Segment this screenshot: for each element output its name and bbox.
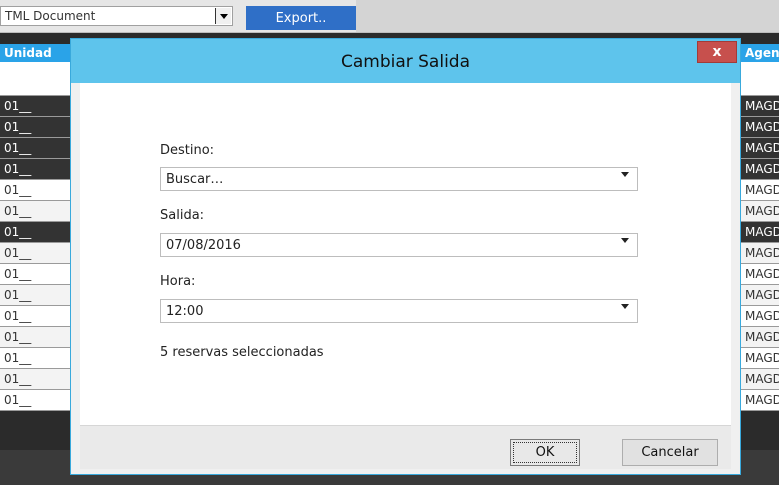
ok-button[interactable]: OK [510, 439, 580, 466]
table-row[interactable]: 01__ [0, 348, 70, 369]
salida-date-select[interactable]: 07/08/2016 [160, 233, 638, 257]
table-row[interactable]: 01__ [0, 222, 70, 243]
table-row[interactable]: 01__ [0, 243, 70, 264]
hora-select[interactable]: 12:00 [160, 299, 638, 323]
export-button[interactable]: Export.. [246, 6, 356, 30]
column-header-agencia[interactable]: Agenc [741, 44, 779, 64]
destino-value: Buscar… [166, 172, 224, 187]
destino-select[interactable]: Buscar… [160, 167, 638, 191]
table-row[interactable]: 01__ [0, 201, 70, 222]
table-row[interactable]: MAGD [741, 180, 779, 201]
hora-value: 12:00 [166, 304, 204, 319]
table-row[interactable]: MAGD [741, 201, 779, 222]
table-row[interactable]: MAGD [741, 159, 779, 180]
format-select[interactable]: TML Document [0, 6, 233, 26]
close-button[interactable]: x [697, 41, 737, 63]
table-row[interactable]: 01__ [0, 306, 70, 327]
table-row[interactable]: MAGD [741, 348, 779, 369]
dialog-titlebar: Cambiar Salida x [71, 39, 740, 83]
table-row[interactable]: 01__ [0, 180, 70, 201]
table-row[interactable]: MAGD [741, 390, 779, 411]
table-row[interactable]: MAGD [741, 285, 779, 306]
toolbar: TML Document Export.. [0, 0, 779, 33]
filter-row[interactable] [0, 64, 70, 96]
table-row[interactable]: MAGD [741, 117, 779, 138]
table-row[interactable]: MAGD [741, 264, 779, 285]
table-row[interactable]: 01__ [0, 285, 70, 306]
filter-row[interactable] [741, 64, 779, 96]
column-header-unidad[interactable]: Unidad [0, 44, 70, 64]
close-icon: x [712, 44, 722, 60]
chevron-down-icon [621, 238, 629, 257]
chevron-down-icon[interactable] [215, 8, 231, 24]
table-row[interactable]: MAGD [741, 138, 779, 159]
table-row[interactable]: MAGD [741, 222, 779, 243]
salida-label: Salida: [160, 208, 205, 223]
cambiar-salida-dialog: Cambiar Salida x Destino: Buscar… Salida… [70, 38, 741, 475]
table-row[interactable]: 01__ [0, 117, 70, 138]
dialog-footer: OK Cancelar [80, 425, 731, 469]
table-row[interactable]: MAGD [741, 327, 779, 348]
hora-label: Hora: [160, 274, 196, 289]
table-row[interactable]: 01__ [0, 138, 70, 159]
chevron-down-icon [621, 304, 629, 323]
table-row[interactable]: 01__ [0, 96, 70, 117]
table-row[interactable]: MAGD [741, 243, 779, 264]
dialog-title: Cambiar Salida [340, 52, 471, 72]
table-row[interactable]: 01__ [0, 264, 70, 285]
selection-count: 5 reservas seleccionadas [160, 345, 324, 360]
dialog-content: Destino: Buscar… Salida: 07/08/2016 Hora… [80, 83, 731, 425]
table-row[interactable]: 01__ [0, 327, 70, 348]
table-row[interactable]: MAGD [741, 306, 779, 327]
salida-value: 07/08/2016 [166, 238, 241, 253]
format-select-value: TML Document [5, 9, 96, 23]
cancel-button[interactable]: Cancelar [622, 439, 718, 466]
table-row[interactable]: MAGD [741, 369, 779, 390]
reservations-grid-left: Unidad 01__ 01__ 01__ 01__ 01__ 01__ 01__ 01__ 0… [0, 44, 70, 411]
table-row[interactable]: 01__ [0, 159, 70, 180]
chevron-down-icon [621, 172, 629, 191]
table-row[interactable]: MAGD [741, 96, 779, 117]
table-row[interactable]: 01__ [0, 390, 70, 411]
reservations-grid-right: Agenc MAGDMAGDMAGDMAGDMAGDMAGDMAGDMAGDMA… [741, 44, 779, 411]
destino-label: Destino: [160, 143, 215, 158]
table-row[interactable]: 01__ [0, 369, 70, 390]
toolbar-filler [356, 0, 779, 32]
